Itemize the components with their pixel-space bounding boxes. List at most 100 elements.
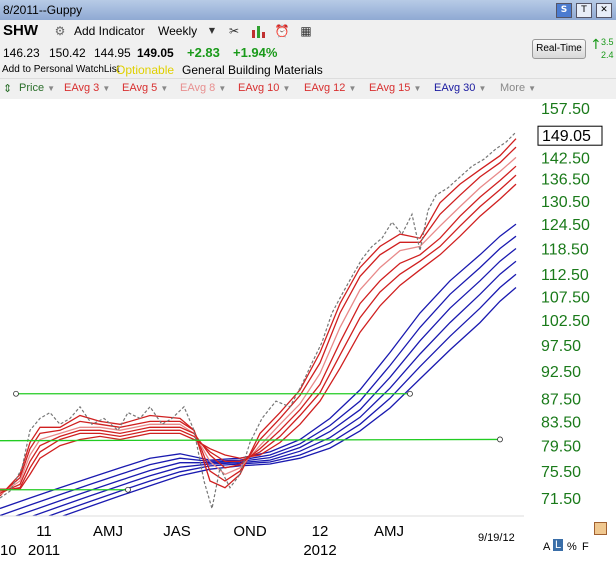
legend-label: Price <box>19 82 45 94</box>
x-tick-label: OND <box>233 523 267 540</box>
price-chart[interactable]: 157.50 142.50 136.50 130.50 124.50 118.50 112.… <box>0 98 616 564</box>
x-year-label: 10 <box>0 542 17 559</box>
y-tick-label: 124.50 <box>541 217 590 234</box>
ticker-symbol[interactable]: SHW <box>3 22 38 39</box>
legend-item-eavg-15[interactable]: EAvg 15 ▼ <box>369 82 421 94</box>
legend-item-eavg-30[interactable]: EAvg 30 ▼ <box>434 82 486 94</box>
legend-item-more[interactable]: More ▼ <box>500 82 536 94</box>
trendline-handle <box>125 486 131 493</box>
quote-bar: 146.23 150.42 144.95 149.05 +2.83 +1.94% <box>0 42 616 62</box>
y-tick-label: 92.50 <box>541 364 581 381</box>
period-dropdown-icon[interactable]: ▼ <box>204 23 220 39</box>
y-tick-label: 118.50 <box>541 242 589 259</box>
y-tick-label: 97.50 <box>541 338 581 355</box>
tools-icon[interactable]: ✂ <box>226 23 242 39</box>
add-indicator-button[interactable]: Add Indicator <box>74 24 145 38</box>
t-icon[interactable]: T <box>576 3 592 18</box>
pencil-icon[interactable] <box>594 522 607 535</box>
add-indicator-icon[interactable]: ⚙ <box>52 23 68 39</box>
legend-label: EAvg 15 <box>369 82 411 94</box>
y-tick-label: 75.50 <box>541 464 581 481</box>
trendline-2 <box>0 438 501 442</box>
mode-button-a[interactable]: A <box>543 541 550 553</box>
quote-last: 149.05 <box>137 46 174 60</box>
side-value-2: 2.4 <box>601 50 614 60</box>
y-tick-label: 142.50 <box>541 150 590 167</box>
x-tick-label: 12 <box>312 523 329 540</box>
chevron-down-icon: ▼ <box>282 84 291 93</box>
close-icon[interactable]: ✕ <box>596 3 612 18</box>
toolbar: SHW ⚙ Add Indicator Weekly ▼ ✂ ⏰ ▦ <box>0 20 616 42</box>
s5-icon[interactable]: S <box>556 3 572 18</box>
realtime-button[interactable]: Real-Time <box>532 39 586 59</box>
series-line-long-ema-2 <box>0 235 517 516</box>
y-tick-label: 130.50 <box>541 194 590 211</box>
legend-item-eavg-3[interactable]: EAvg 3 ▼ <box>64 82 110 94</box>
legend-label: EAvg 12 <box>304 82 346 94</box>
optionable-badge: Optionable <box>116 63 175 77</box>
legend-label: EAvg 3 <box>64 82 100 94</box>
chevron-down-icon: ▼ <box>218 84 227 93</box>
legend-label: EAvg 5 <box>122 82 158 94</box>
legend-item-price[interactable]: Price ▼ <box>19 82 55 94</box>
up-arrow-icon: ↑ <box>590 37 602 53</box>
grid-add-icon[interactable]: ▦ <box>298 23 314 39</box>
industry-label: General Building Materials <box>182 63 323 77</box>
side-value-1: 3.5 <box>601 37 614 47</box>
legend-label: EAvg 10 <box>238 82 280 94</box>
trendline-handle <box>407 390 413 397</box>
bar-chart-icon[interactable] <box>250 23 266 39</box>
chevron-down-icon: ▼ <box>47 84 56 93</box>
legend-item-eavg-10[interactable]: EAvg 10 ▼ <box>238 82 290 94</box>
legend-item-eavg-12[interactable]: EAvg 12 ▼ <box>304 82 356 94</box>
legend-label: EAvg 8 <box>180 82 216 94</box>
legend-label: EAvg 30 <box>434 82 476 94</box>
quote-change: +2.83 <box>187 45 220 60</box>
quote-change-pct: +1.94% <box>233 45 278 60</box>
x-year-label: 2011 <box>28 542 60 559</box>
title-bar: 8/2011--Guppy S T ✕ <box>0 0 616 21</box>
chevron-down-icon: ▼ <box>348 84 357 93</box>
series-line-short-ema-3 <box>0 156 517 496</box>
x-tick-label: AMJ <box>93 523 123 540</box>
x-tick-label: AMJ <box>374 523 404 540</box>
series-line-long-ema-5 <box>46 273 517 516</box>
mode-button-percent[interactable]: % <box>567 541 577 553</box>
info-bar: Add to Personal WatchList Optionable Gen… <box>0 62 616 78</box>
y-tick-label: 102.50 <box>541 313 590 330</box>
y-tick-label: 157.50 <box>541 101 590 118</box>
window-controls: S T ✕ <box>556 3 612 18</box>
quote-open: 146.23 <box>3 46 40 60</box>
series-line-long-ema-3 <box>13 247 517 516</box>
y-tick-label: 107.50 <box>541 290 590 307</box>
x-tick-label: JAS <box>163 523 191 540</box>
trendline-handle <box>13 390 19 397</box>
footer-date: 9/19/12 <box>478 532 515 544</box>
mode-button-l[interactable]: L <box>553 539 564 551</box>
y-tick-label: 87.50 <box>541 391 581 408</box>
period-select[interactable]: Weekly <box>158 24 197 38</box>
window-title: 8/2011--Guppy <box>3 3 83 17</box>
indicator-legend: ⇕ Price ▼ EAvg 3 ▼ EAvg 5 ▼ EAvg 8 ▼ EAv… <box>0 78 616 99</box>
legend-label: More <box>500 82 526 94</box>
legend-item-eavg-5[interactable]: EAvg 5 ▼ <box>122 82 168 94</box>
y-tick-label: 79.50 <box>541 439 581 456</box>
alarm-clock-icon[interactable]: ⏰ <box>274 23 290 39</box>
legend-item-eavg-8[interactable]: EAvg 8 ▼ <box>180 82 226 94</box>
series-line-long-ema-6 <box>60 287 517 516</box>
y-tick-label: 136.50 <box>541 172 590 189</box>
y-tick-label: 83.50 <box>541 414 581 431</box>
mode-button-f[interactable]: F <box>582 541 589 553</box>
chevron-down-icon: ▼ <box>528 84 537 93</box>
quote-high: 150.42 <box>49 46 86 60</box>
move-icon[interactable]: ⇕ <box>3 82 12 95</box>
watchlist-link[interactable]: Add to Personal WatchList <box>2 64 119 75</box>
x-year-label: 2012 <box>303 542 336 559</box>
last-price-label: 149.05 <box>542 128 591 145</box>
chevron-down-icon: ▼ <box>160 84 169 93</box>
x-tick-label: 11 <box>36 523 52 540</box>
chevron-down-icon: ▼ <box>102 84 111 93</box>
series-line-long-ema-1 <box>0 223 517 510</box>
y-tick-label: 112.50 <box>541 267 589 284</box>
y-tick-label: 71.50 <box>541 491 581 508</box>
